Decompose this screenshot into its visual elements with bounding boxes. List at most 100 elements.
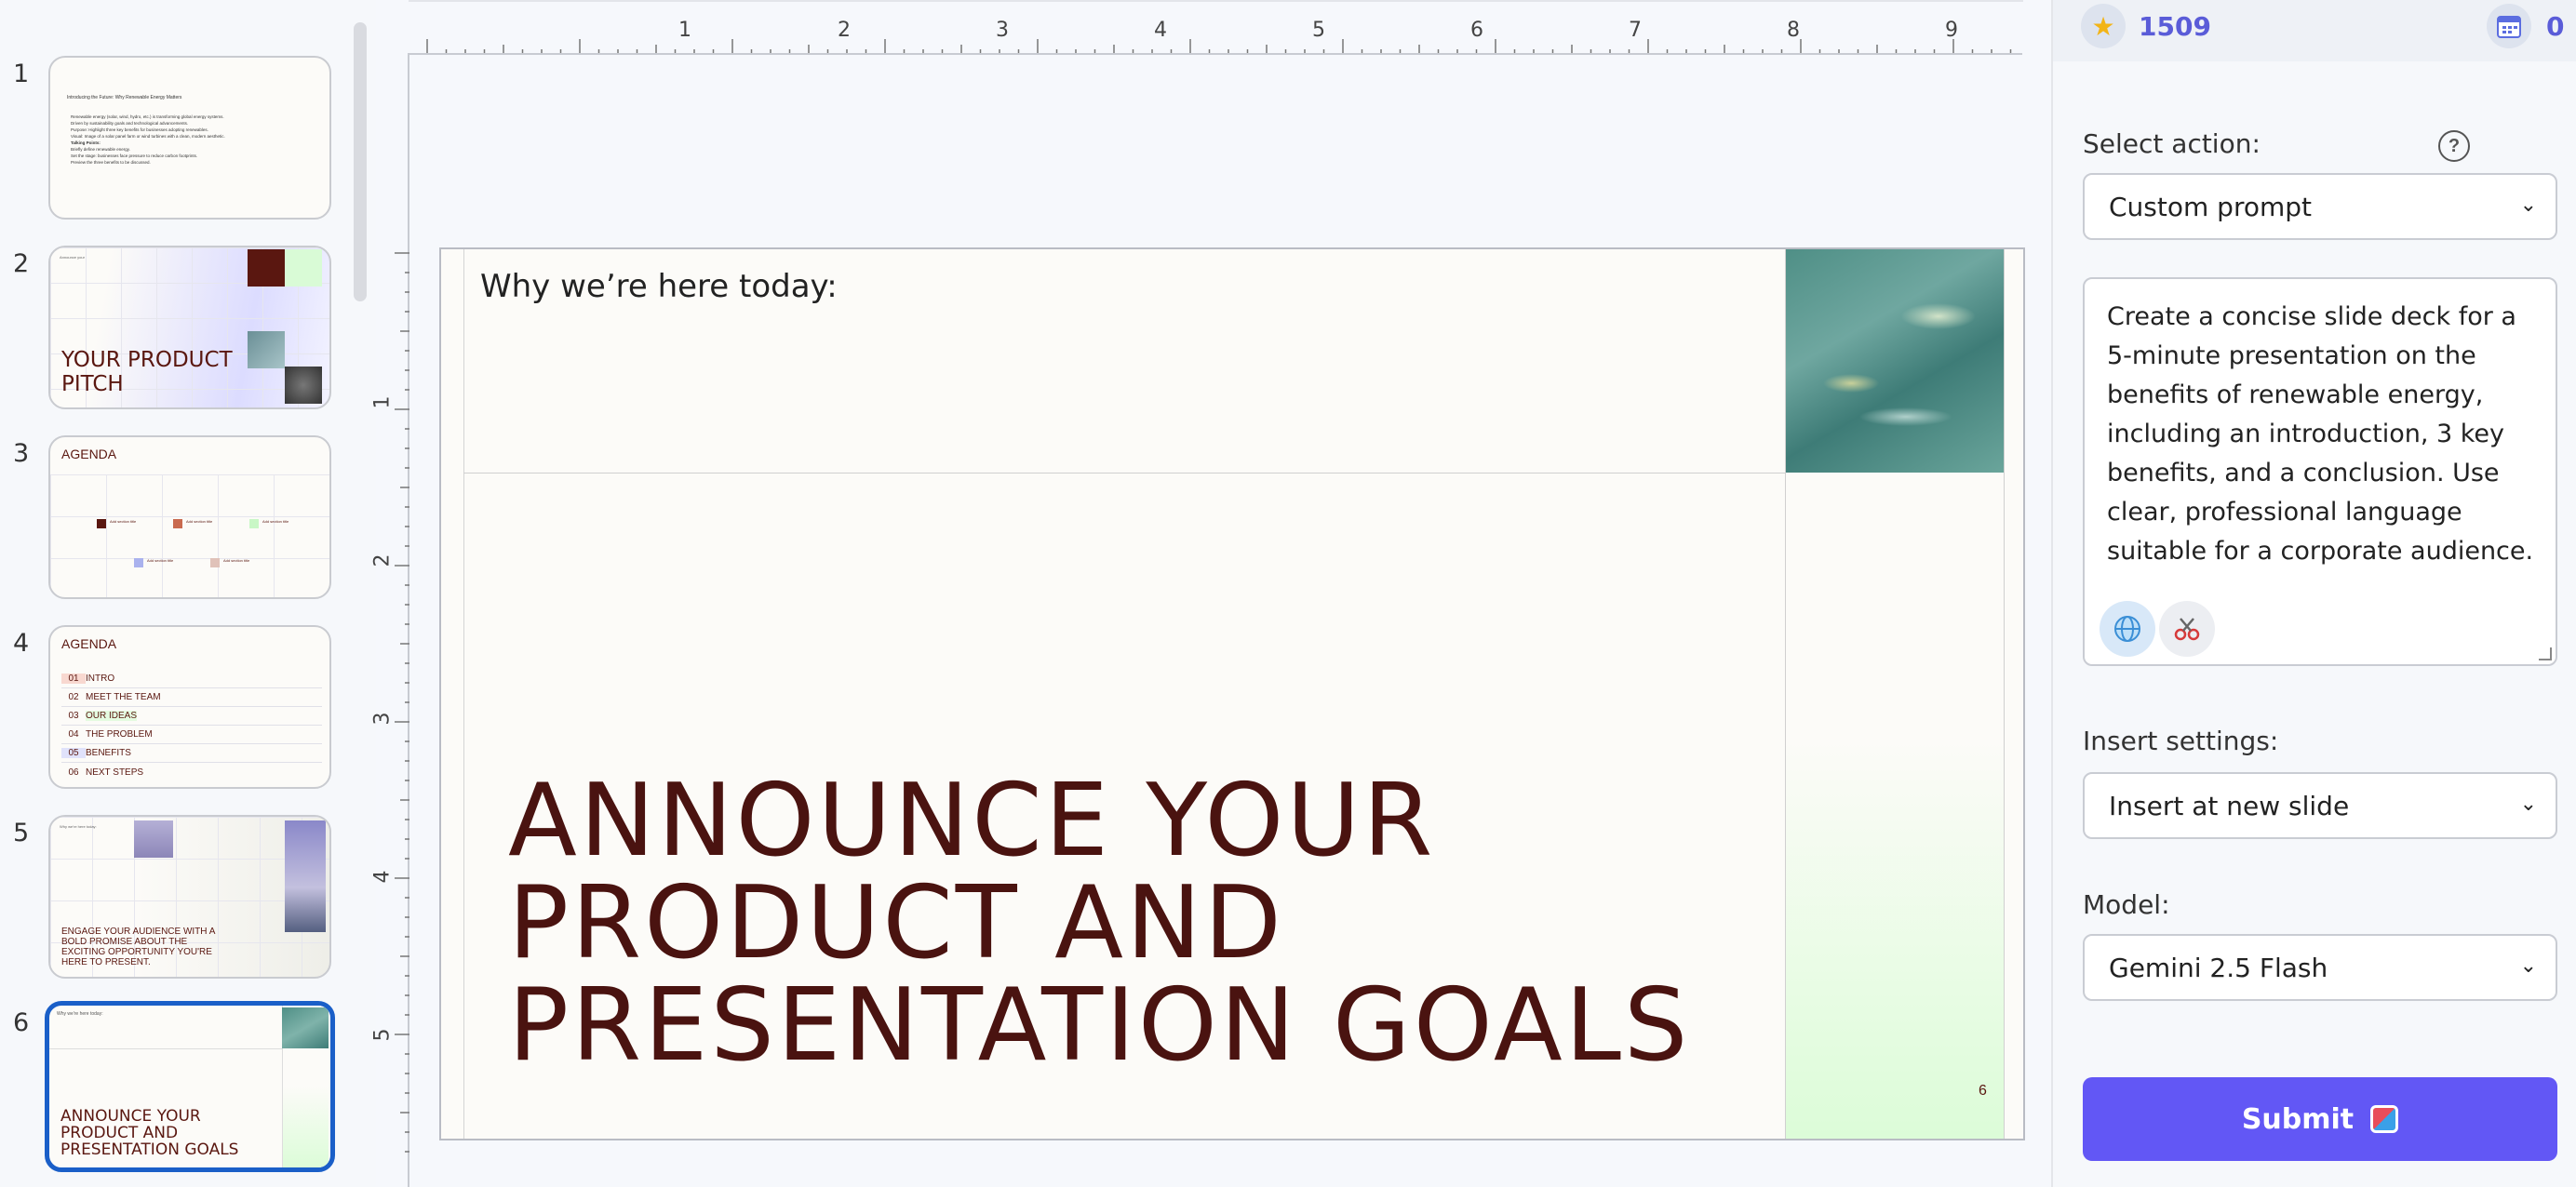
ruler-label: 7	[1629, 19, 1642, 42]
slide-thumbnail-5[interactable]: Why we're here today: ENGAGE YOUR AUDIEN…	[48, 815, 331, 979]
ruler-label: 1	[370, 395, 395, 409]
prompt-textarea[interactable]: Create a concise slide deck for a 5-minu…	[2083, 277, 2557, 666]
model-label: Model:	[2083, 889, 2170, 920]
thumbnails-scrollbar[interactable]	[354, 22, 367, 301]
thumb-marker	[249, 519, 259, 528]
thumb-number: 3	[13, 439, 30, 468]
thumb-item: Add section title	[147, 558, 174, 563]
ruler-label: 6	[1470, 19, 1483, 42]
slide-subtitle[interactable]: Why we’re here today:	[480, 268, 838, 305]
current-slide[interactable]: Why we’re here today: ANNOUNCE YOUR PROD…	[439, 247, 2025, 1140]
thumb-bullet: Briefly define renewable energy.	[71, 147, 130, 152]
action-select[interactable]: Custom prompt ⌄	[2083, 173, 2557, 240]
slide-title[interactable]: ANNOUNCE YOUR PRODUCT AND PRESENTATION G…	[508, 770, 1774, 1077]
thumb-item: Add section title	[223, 558, 250, 563]
thumb-label: Why we're here today:	[57, 1011, 103, 1017]
thumb-agenda-row: 01 INTRO	[61, 670, 322, 688]
slide-title-line: PRESENTATION GOALS	[508, 967, 1691, 1084]
workspace-border	[408, 53, 2022, 55]
thumb-bullet: Preview the three benefits to be discuss…	[71, 160, 151, 165]
thumb-agenda-num: 03	[68, 711, 79, 721]
model-select[interactable]: Gemini 2.5 Flash ⌄	[2083, 934, 2557, 1001]
select-action-label: Select action:	[2083, 128, 2261, 159]
ruler-label: 4	[370, 870, 395, 884]
prompt-text: Create a concise slide deck for a 5-minu…	[2107, 302, 2534, 566]
slide-title-line: ANNOUNCE YOUR	[508, 763, 1436, 879]
ai-assistant-panel: ★ 1509 0 Select action: ? Custom prompt …	[2051, 0, 2576, 1187]
globe-icon[interactable]	[2100, 601, 2155, 657]
thumb-agenda-row: 03 OUR IDEAS	[61, 707, 322, 726]
thumb-image	[248, 331, 285, 368]
thumb-grid	[50, 474, 329, 597]
thumb-title: YOUR PRODUCT PITCH	[61, 348, 233, 396]
thumb-block	[285, 249, 322, 287]
thumb-agenda-text: OUR IDEAS	[86, 711, 138, 721]
textarea-resize-handle[interactable]	[2539, 647, 2552, 660]
slide-thumbnail-4[interactable]: AGENDA 01 INTRO 02 MEET THE TEAM 03 OUR IDE…	[48, 625, 331, 789]
chevron-down-icon: ⌄	[2519, 193, 2537, 217]
thumb-agenda-num: 01	[61, 674, 86, 684]
thumb-title: ENGAGE YOUR AUDIENCE WITH A BOLD PROMISE…	[61, 927, 215, 967]
thumb-agenda-text: THE PROBLEM	[86, 729, 153, 740]
thumb-block	[248, 249, 285, 287]
thumb-bullet: Renewable energy (solar, wind, hydro, et…	[71, 114, 224, 119]
thumb-marker	[173, 519, 182, 528]
ruler-label: 3	[370, 712, 395, 726]
thumb-number: 4	[13, 629, 30, 658]
thumb-title: AGENDA	[61, 636, 117, 651]
thumb-agenda-row: 04 THE PROBLEM	[61, 726, 322, 744]
thumb-title: Introducing the Future: Why Renewable En…	[67, 95, 182, 100]
calendar-icon[interactable]	[2487, 4, 2531, 48]
slide-thumbnail-2[interactable]: Announce your YOUR PRODUCT PITCH	[48, 246, 331, 409]
thumb-agenda-num: 02	[68, 692, 79, 702]
thumb-bullet: Purpose: Highlight three key benefits fo…	[71, 127, 208, 132]
thumb-number: 1	[13, 60, 30, 88]
stats-bar: ★ 1509 0	[2053, 0, 2576, 61]
insert-settings-label: Insert settings:	[2083, 726, 2279, 756]
submit-icon	[2370, 1105, 2399, 1133]
ruler-label: 2	[370, 553, 395, 567]
thumb-item: Add section title	[110, 519, 137, 524]
ruler-label: 4	[1154, 19, 1167, 42]
thumb-marker	[210, 558, 220, 567]
insert-select[interactable]: Insert at new slide ⌄	[2083, 772, 2557, 839]
ruler-label: 5	[1312, 19, 1325, 42]
thumb-agenda-list: 01 INTRO 02 MEET THE TEAM 03 OUR IDEAS 04 TH…	[61, 670, 322, 781]
thumb-agenda-num: 06	[68, 767, 79, 778]
thumb-agenda-num: 05	[61, 748, 86, 758]
water-image[interactable]	[1786, 249, 2004, 473]
slide-thumbnail-3[interactable]: AGENDA Add section title Add section tit…	[48, 435, 331, 599]
thumb-agenda-text: INTRO	[86, 674, 115, 684]
points-count: 1509	[2139, 11, 2211, 42]
thumb-bullet: Visual: Image of a solar panel farm or w…	[71, 134, 225, 139]
slide-title-line: PRODUCT AND	[508, 865, 1284, 981]
slide-guide-line	[463, 249, 464, 1139]
model-select-value: Gemini 2.5 Flash	[2109, 952, 2328, 983]
thumb-label: Announce your	[60, 255, 85, 260]
thumb-agenda-text: MEET THE TEAM	[86, 692, 161, 702]
chevron-down-icon: ⌄	[2519, 954, 2537, 978]
thumb-title: ANNOUNCE YOUR PRODUCT AND PRESENTATION G…	[60, 1107, 239, 1159]
slide-page-number: 6	[1979, 1083, 1987, 1099]
thumb-bullet: Driven by sustainability goals and techn…	[71, 121, 189, 126]
chevron-down-icon: ⌄	[2519, 793, 2537, 816]
thumb-number: 2	[13, 249, 30, 278]
slide-thumbnails-pane: 1 Introducing the Future: Why Renewable …	[0, 0, 376, 1187]
thumb-title: AGENDA	[61, 447, 117, 461]
slide-thumbnail-6[interactable]: Why we're here today: ANNOUNCE YOUR PROD…	[45, 1001, 335, 1172]
horizontal-ruler-ticks	[426, 39, 2012, 54]
thumb-image	[285, 820, 326, 932]
scissors-icon[interactable]	[2159, 601, 2215, 657]
ruler-label: 1	[678, 19, 691, 42]
help-icon[interactable]: ?	[2438, 130, 2470, 162]
slide-thumbnail-1[interactable]: Introducing the Future: Why Renewable En…	[48, 56, 331, 220]
calendar-count: 0	[2546, 11, 2565, 42]
thumb-agenda-row: 02 MEET THE TEAM	[61, 688, 322, 707]
action-select-value: Custom prompt	[2109, 191, 2312, 222]
thumb-bullets: Renewable energy (solar, wind, hydro, et…	[71, 113, 322, 166]
thumb-agenda-row: 06 NEXT STEPS	[61, 763, 322, 781]
ruler-label: 9	[1945, 19, 1958, 42]
thumb-label: Why we're here today:	[60, 824, 97, 829]
submit-button[interactable]: Submit	[2083, 1077, 2557, 1161]
thumb-divider	[49, 1048, 282, 1049]
